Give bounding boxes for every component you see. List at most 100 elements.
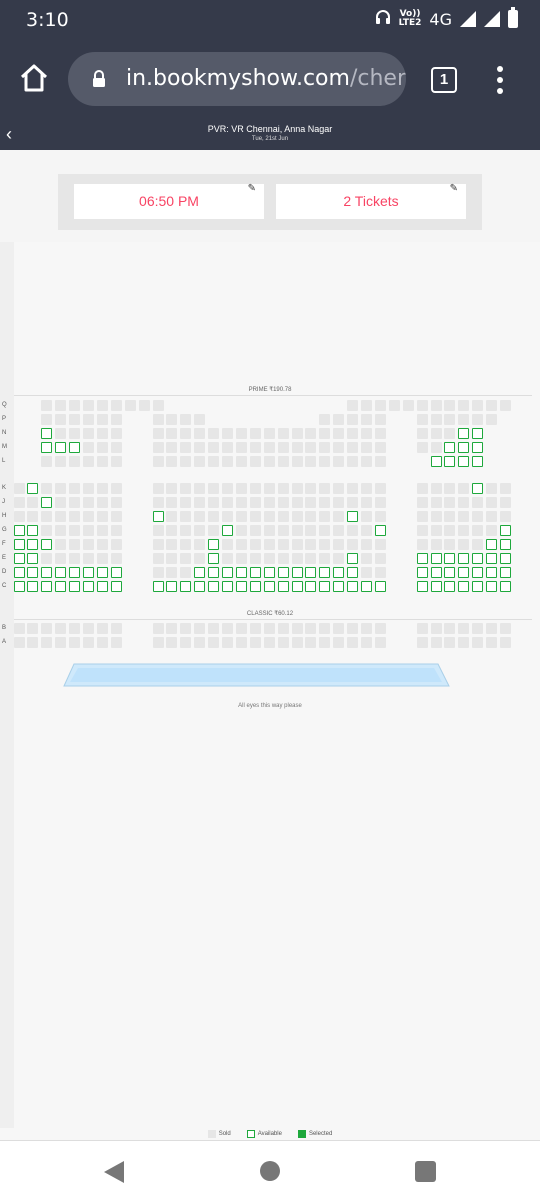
seat[interactable]: [222, 567, 233, 578]
nav-home-icon[interactable]: [260, 1161, 280, 1181]
seat[interactable]: [69, 581, 81, 592]
seat[interactable]: [194, 567, 206, 578]
seat[interactable]: [500, 525, 511, 536]
seat[interactable]: [500, 581, 511, 592]
seat[interactable]: [319, 581, 331, 592]
seat[interactable]: [430, 456, 442, 467]
seat[interactable]: [110, 581, 122, 592]
seat[interactable]: [444, 581, 456, 592]
seat[interactable]: [458, 456, 470, 467]
seat[interactable]: [194, 581, 206, 592]
seat[interactable]: [27, 581, 39, 592]
seat[interactable]: [41, 442, 53, 453]
seat[interactable]: [41, 581, 53, 592]
seat[interactable]: [41, 428, 53, 439]
seat[interactable]: [458, 428, 470, 439]
seat[interactable]: [235, 567, 247, 578]
seat[interactable]: [486, 539, 498, 550]
seat[interactable]: [166, 581, 178, 592]
seat[interactable]: [277, 581, 289, 592]
ticket-count-selector[interactable]: 2 Tickets ✎: [276, 183, 466, 219]
seat[interactable]: [430, 581, 442, 592]
menu-icon[interactable]: [496, 66, 504, 96]
seat[interactable]: [374, 525, 386, 536]
seat[interactable]: [222, 525, 233, 536]
seat[interactable]: [347, 581, 359, 592]
seat[interactable]: [13, 581, 25, 592]
seat[interactable]: [291, 581, 303, 592]
seat[interactable]: [333, 581, 345, 592]
seat[interactable]: [55, 581, 67, 592]
seat[interactable]: [152, 511, 164, 522]
seat[interactable]: [500, 567, 511, 578]
seat[interactable]: [69, 567, 81, 578]
seat[interactable]: [458, 442, 470, 453]
seat[interactable]: [27, 525, 39, 536]
seat[interactable]: [83, 567, 94, 578]
seat[interactable]: [27, 539, 39, 550]
seat[interactable]: [500, 553, 511, 564]
seat[interactable]: [444, 442, 456, 453]
seat[interactable]: [55, 442, 67, 453]
seat[interactable]: [444, 553, 456, 564]
seat[interactable]: [305, 581, 317, 592]
seat[interactable]: [13, 567, 25, 578]
address-bar[interactable]: in.bookmyshow.com/chen: [68, 52, 406, 106]
seat[interactable]: [472, 428, 484, 439]
seat[interactable]: [472, 553, 484, 564]
seat[interactable]: [416, 553, 428, 564]
seat[interactable]: [347, 567, 359, 578]
seat[interactable]: [458, 553, 470, 564]
seat[interactable]: [13, 525, 25, 536]
seat[interactable]: [347, 511, 359, 522]
seat[interactable]: [500, 539, 511, 550]
tabs-icon[interactable]: 1: [431, 67, 457, 93]
home-icon[interactable]: [16, 60, 52, 96]
nav-recents-icon[interactable]: [415, 1161, 436, 1182]
seat[interactable]: [263, 581, 275, 592]
seat[interactable]: [486, 553, 498, 564]
seat[interactable]: [444, 456, 456, 467]
seat[interactable]: [208, 539, 220, 550]
nav-back-icon[interactable]: [104, 1161, 124, 1183]
seat[interactable]: [444, 567, 456, 578]
seat[interactable]: [416, 581, 428, 592]
seat[interactable]: [277, 567, 289, 578]
seat[interactable]: [208, 567, 220, 578]
seat[interactable]: [430, 567, 442, 578]
seat[interactable]: [472, 442, 484, 453]
seat[interactable]: [110, 567, 122, 578]
seat[interactable]: [83, 581, 94, 592]
seat[interactable]: [27, 553, 39, 564]
seat[interactable]: [249, 581, 261, 592]
seat[interactable]: [96, 581, 108, 592]
seat[interactable]: [416, 567, 428, 578]
seat[interactable]: [208, 553, 220, 564]
seat[interactable]: [13, 539, 25, 550]
seat[interactable]: [472, 567, 484, 578]
seat[interactable]: [263, 567, 275, 578]
seat[interactable]: [486, 567, 498, 578]
seat[interactable]: [291, 567, 303, 578]
seat[interactable]: [472, 483, 484, 494]
seat[interactable]: [472, 581, 484, 592]
seat[interactable]: [347, 553, 359, 564]
seat[interactable]: [27, 567, 39, 578]
seat[interactable]: [374, 581, 386, 592]
seat[interactable]: [472, 456, 484, 467]
seat[interactable]: [305, 567, 317, 578]
seat[interactable]: [486, 581, 498, 592]
seat[interactable]: [361, 581, 372, 592]
seat[interactable]: [41, 539, 53, 550]
seat[interactable]: [180, 581, 192, 592]
seat[interactable]: [208, 581, 220, 592]
seat[interactable]: [319, 567, 331, 578]
seat[interactable]: [235, 581, 247, 592]
seat[interactable]: [27, 483, 39, 494]
seat[interactable]: [152, 581, 164, 592]
seat[interactable]: [458, 567, 470, 578]
seat[interactable]: [222, 581, 233, 592]
showtime-selector[interactable]: 06:50 PM ✎: [74, 183, 264, 219]
seat[interactable]: [41, 567, 53, 578]
seat[interactable]: [41, 497, 53, 508]
